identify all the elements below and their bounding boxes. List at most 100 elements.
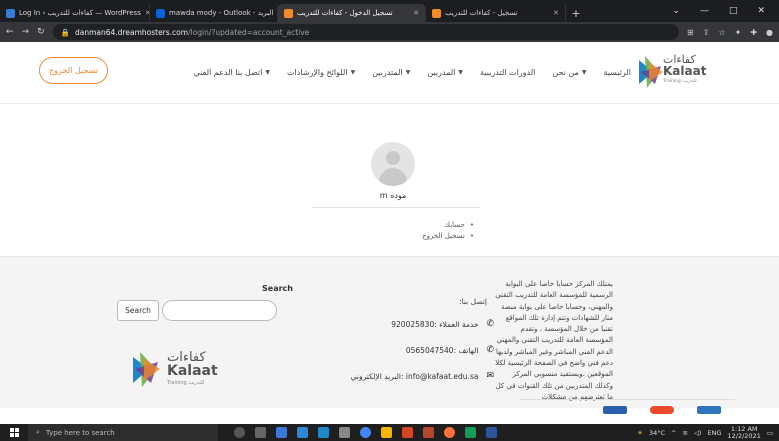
network-icon[interactable]: ≋ (682, 429, 687, 437)
nav-contact-support[interactable]: اتصل بنا الدعم الفني ▼ (193, 68, 270, 77)
logo-english: Kalaat (663, 64, 707, 78)
app-icon[interactable] (339, 427, 350, 438)
nav-about[interactable]: من نحن ▼ (552, 68, 586, 77)
word-icon[interactable] (486, 427, 497, 438)
nav-trainers[interactable]: المدربين ▼ (427, 68, 463, 77)
store-icon[interactable] (318, 427, 329, 438)
tab-title: mawda mody - Outlook - البريد (169, 9, 274, 17)
url-host: danman64.dreamhosters.com (74, 27, 189, 37)
maximize-icon[interactable]: □ (729, 6, 738, 16)
taskbar-search-placeholder: Type here to search (45, 428, 115, 437)
caret-down-icon: ▼ (458, 69, 464, 76)
profile-icon[interactable]: ● (766, 28, 773, 37)
nav-label: اللوائح والإرشادات (287, 68, 348, 77)
site-header: تسجيل الخروج الرئيسية من نحن ▼ الدورات ال… (0, 42, 779, 104)
email-text[interactable]: البريد الإلكتروني: info@kafaat.edu.sa (351, 372, 479, 381)
taskbar-apps (234, 427, 497, 438)
logout-button[interactable]: تسجيل الخروج (39, 57, 108, 84)
close-window-icon[interactable]: ✕ (757, 6, 765, 16)
share-icon[interactable]: ⇪ (703, 28, 710, 37)
tab-register[interactable]: تسجيل - كفاءات للتدريب ✕ (426, 4, 566, 22)
tab-wordpress-login[interactable]: Log In ‹ كفاءات للتدريب — WordPress ✕ (0, 4, 150, 22)
chrome-icon[interactable] (360, 427, 371, 438)
clock[interactable]: 1:12 AM 12/2/2021 (727, 425, 761, 440)
volume-icon[interactable]: ◁) (694, 429, 702, 437)
tab-title: Log In ‹ كفاءات للتدريب — WordPress (19, 9, 141, 17)
tab-search-icon[interactable]: ⌄ (672, 6, 680, 16)
extension-icon[interactable]: ✦ (735, 28, 742, 37)
tray-arrow-icon[interactable]: ^ (671, 429, 676, 437)
divider (312, 207, 480, 208)
nav-courses[interactable]: الدورات التدريبية (480, 68, 535, 77)
wordpress-favicon-icon (6, 8, 15, 18)
envelope-icon: ✉ (486, 371, 494, 381)
office-icon[interactable] (402, 427, 413, 438)
cortana-icon[interactable] (234, 427, 245, 438)
clock-date: 12/2/2021 (727, 431, 761, 440)
app-icon[interactable] (465, 427, 476, 438)
footer-divider (520, 399, 735, 400)
main-nav: الرئيسية من نحن ▼ الدورات التدريبية المدر… (193, 68, 631, 77)
kafaat-favicon-icon (432, 8, 441, 18)
nav-label: اتصل بنا الدعم الفني (193, 68, 263, 77)
minimize-icon[interactable]: — (700, 6, 709, 16)
nav-label: الدورات التدريبية (480, 68, 536, 77)
mastercard-icon (650, 406, 674, 414)
bookmark-star-icon[interactable]: ☆ (718, 28, 725, 37)
system-tray: ☀ 34°C ^ ≋ ◁) ENG 1:12 AM 12/2/2021 ▭ (637, 425, 779, 440)
app-icon[interactable] (276, 427, 287, 438)
kafaat-favicon-icon (284, 8, 293, 18)
taskbar-search[interactable]: ⌕ Type here to search (28, 424, 218, 441)
nav-label: المتدربين (372, 68, 403, 77)
logout-link[interactable]: تسجيل الخروج (422, 231, 474, 242)
weather-text[interactable]: 34°C (649, 429, 665, 437)
start-button[interactable] (0, 424, 28, 441)
reload-icon[interactable]: ↻ (37, 27, 45, 37)
caret-down-icon: ▼ (265, 69, 270, 76)
nav-trainees[interactable]: المتدربين ▼ (372, 68, 410, 77)
account-link[interactable]: حسابك (422, 220, 474, 231)
nav-label: المدربين (427, 68, 456, 77)
phone-icon: ✆ (486, 345, 494, 355)
phone-text: الهاتف :0565047540 (405, 345, 479, 355)
search-icon: ⌕ (36, 428, 40, 436)
amex-card-icon (697, 406, 721, 414)
about-text: يمتلك المركز حسابا خاصا على البوابة الرس… (495, 280, 613, 401)
close-tab-icon[interactable]: ✕ (413, 9, 419, 17)
tab-login-active[interactable]: تسجيل الدخول - كفاءات للتدريب ✕ (278, 4, 426, 22)
notifications-icon[interactable]: ▭ (767, 429, 773, 437)
search-button[interactable]: Search (117, 300, 159, 321)
mail-icon[interactable] (297, 427, 308, 438)
caret-down-icon: ▼ (405, 69, 411, 76)
task-view-icon[interactable] (255, 427, 266, 438)
forward-arrow-icon[interactable]: → (22, 27, 30, 37)
file-explorer-icon[interactable] (381, 427, 392, 438)
close-tab-icon[interactable]: ✕ (553, 9, 559, 17)
address-bar[interactable]: 🔒 danman64.dreamhosters.com /login/?upda… (52, 24, 680, 40)
back-arrow-icon[interactable]: ← (6, 27, 14, 37)
windows-logo-icon (9, 428, 19, 437)
install-app-icon[interactable]: ⊞ (687, 28, 694, 37)
screen: Log In ‹ كفاءات للتدريب — WordPress ✕ ma… (0, 0, 779, 441)
url-path: /login/?updated=account_active (188, 27, 310, 37)
site-logo[interactable]: كفاءات Kalaat Training للتدريب (637, 52, 706, 92)
window-controls: ⌄ — □ ✕ (672, 0, 779, 22)
taskbar: ⌕ Type here to search ☀ 34°C ^ ≋ ◁) ENG (0, 424, 779, 441)
nav-home[interactable]: الرئيسية (603, 68, 631, 77)
username: m موده (379, 191, 407, 200)
puzzle-icon[interactable]: ✚ (750, 28, 757, 37)
firefox-icon[interactable] (444, 427, 455, 438)
browser-toolbar: ← → ↻ 🔒 danman64.dreamhosters.com /login… (0, 22, 779, 42)
browser-extensions: ⊞ ⇪ ☆ ✦ ✚ ● (687, 28, 773, 37)
caret-down-icon: ▼ (350, 69, 356, 76)
powerpoint-icon[interactable] (423, 427, 434, 438)
language-indicator[interactable]: ENG (707, 429, 721, 437)
nav-regulations[interactable]: اللوائح والإرشادات ▼ (287, 68, 355, 77)
tab-outlook[interactable]: mawda mody - Outlook - البريد ✕ (150, 4, 278, 22)
new-tab-button[interactable]: + (566, 4, 586, 22)
nav-label: الرئيسية (603, 68, 631, 77)
avatar (371, 142, 415, 186)
footer-logo[interactable]: كفاءات Kalaat Training للتدريب (131, 347, 218, 391)
outlook-favicon-icon (156, 8, 165, 18)
search-input[interactable] (162, 300, 277, 321)
